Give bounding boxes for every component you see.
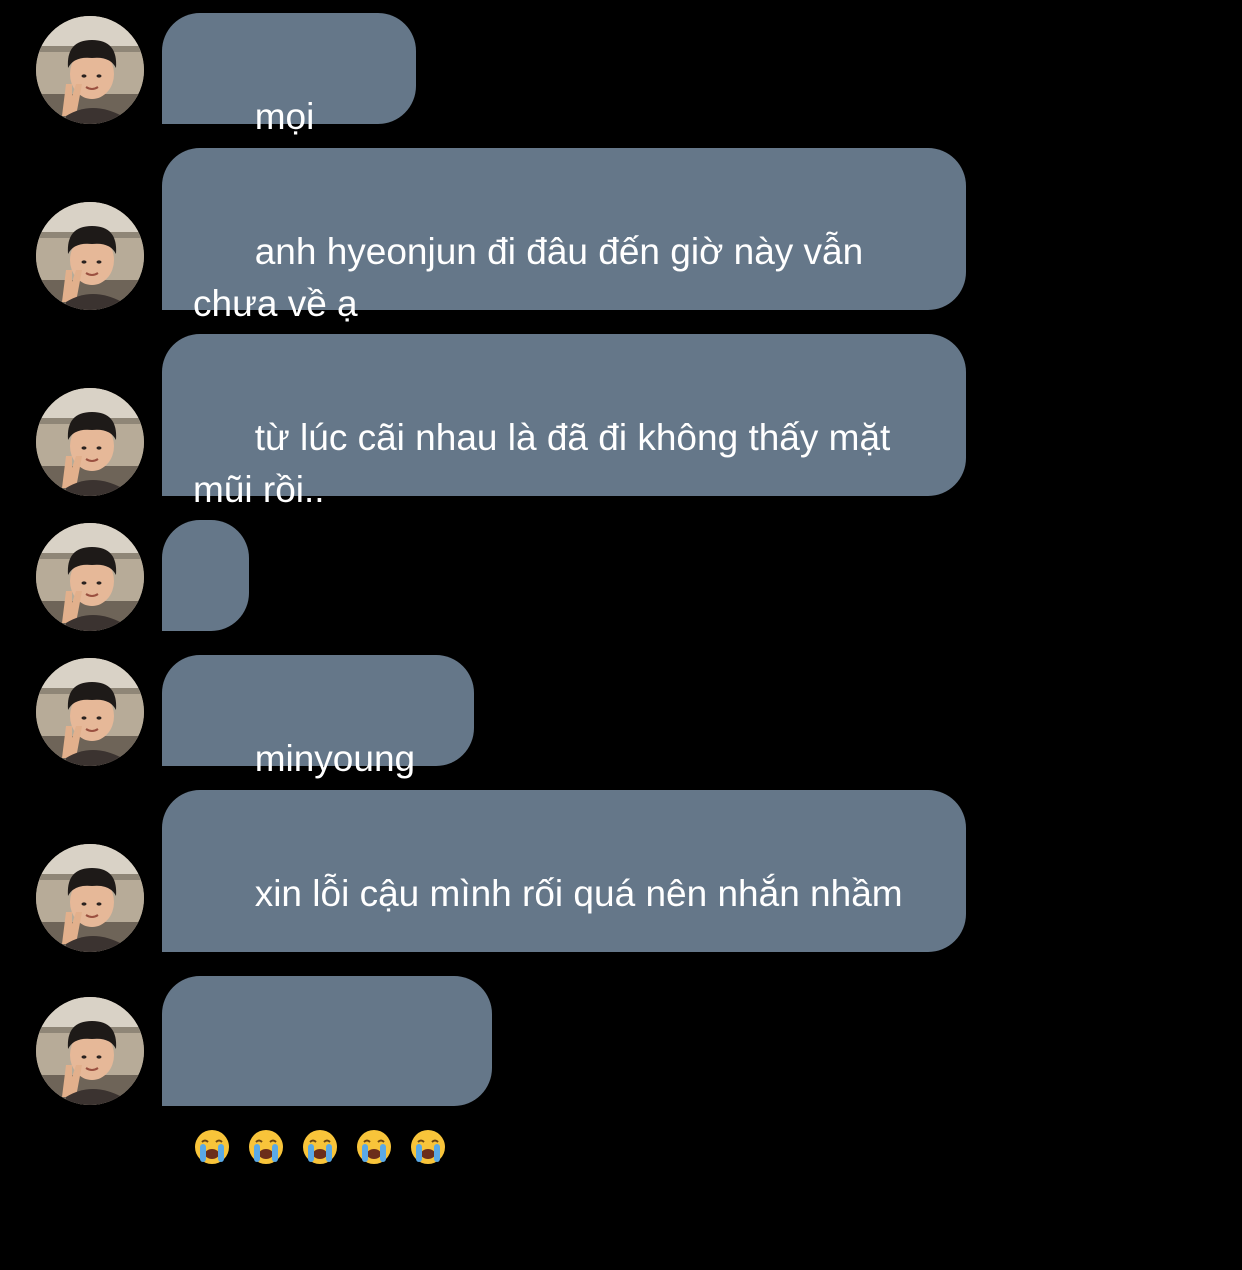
avatar-photo (36, 202, 144, 310)
loudly-crying-face-icon (247, 1128, 285, 1166)
avatar-photo (36, 844, 144, 952)
message-text: anh hyeonjun đi đâu đến giờ này vẫn chưa… (193, 231, 874, 324)
loudly-crying-face-icon (193, 1128, 231, 1166)
loudly-crying-face-icon (409, 1128, 447, 1166)
message-bubble[interactable]: ơ (162, 520, 249, 696)
message-bubble[interactable]: mọi người (162, 13, 416, 189)
message-text: xin lỗi cậu mình rối quá nên nhắn nhầm (254, 873, 903, 914)
message-bubble[interactable] (162, 976, 492, 1106)
message-bubble[interactable]: xin lỗi cậu mình rối quá nên nhắn nhầm (162, 790, 966, 952)
avatar-photo (36, 523, 144, 631)
avatar-photo (36, 997, 144, 1105)
avatar[interactable] (36, 523, 144, 631)
loudly-crying-face-icon (355, 1128, 393, 1166)
avatar[interactable] (36, 658, 144, 766)
avatar-photo (36, 388, 144, 496)
message-bubble[interactable]: anh hyeonjun đi đâu đến giờ này vẫn chưa… (162, 148, 966, 324)
avatar[interactable] (36, 844, 144, 952)
message-bubble[interactable]: từ lúc cãi nhau là đã đi không thấy mặt … (162, 334, 966, 510)
avatar[interactable] (36, 997, 144, 1105)
avatar-photo (36, 658, 144, 766)
message-text: từ lúc cãi nhau là đã đi không thấy mặt … (193, 417, 901, 510)
avatar[interactable] (36, 388, 144, 496)
avatar[interactable] (36, 202, 144, 310)
avatar[interactable] (36, 16, 144, 124)
emoji-row (193, 1124, 462, 1166)
loudly-crying-face-icon (301, 1128, 339, 1166)
message-bubble[interactable]: minyoung hả (162, 655, 474, 831)
avatar-photo (36, 16, 144, 124)
